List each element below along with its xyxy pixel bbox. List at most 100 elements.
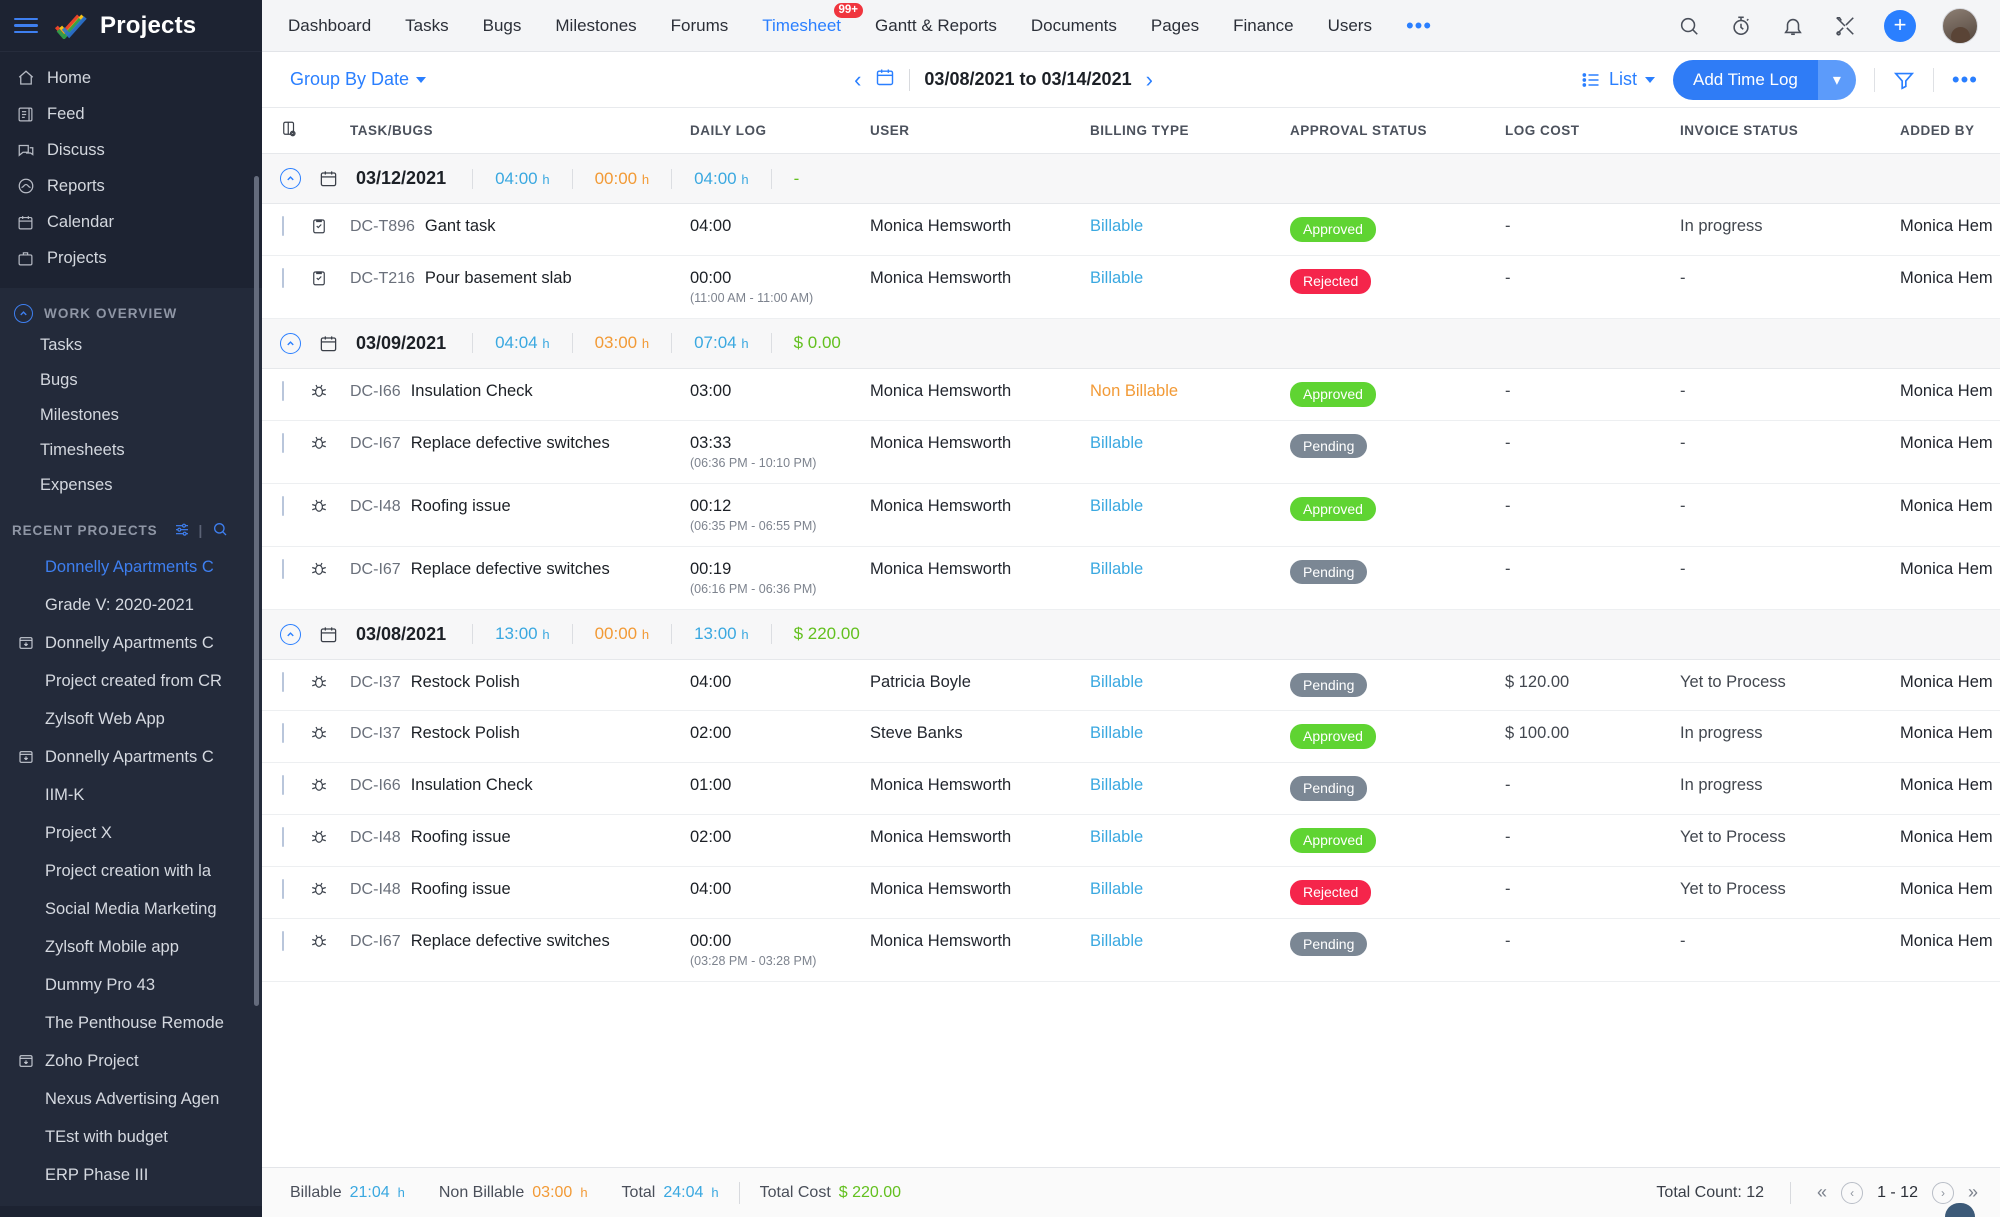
billing-type-cell[interactable]: Billable (1090, 546, 1290, 610)
billing-type-cell[interactable]: Billable (1090, 420, 1290, 484)
tab-forums[interactable]: Forums (671, 16, 729, 36)
row-checkbox[interactable] (282, 495, 284, 516)
table-row[interactable]: DC-T896 Gant task 04:00 Monica Hemsworth Bil… (262, 203, 2000, 256)
recent-project-item[interactable]: Nexus Advertising Agen (0, 1080, 262, 1118)
approval-status-cell[interactable]: Pending (1290, 546, 1505, 610)
row-checkbox[interactable] (282, 558, 284, 579)
approval-status-cell[interactable]: Approved (1290, 483, 1505, 547)
date-group-row[interactable]: 03/09/2021 04:04 h 03:00 h 07:04 h $ 0.00 (262, 317, 2000, 369)
header-user[interactable]: USER (870, 108, 1090, 154)
billing-type-cell[interactable]: Billable (1090, 918, 1290, 982)
last-page-button[interactable]: » (1968, 1182, 1978, 1203)
table-row[interactable]: DC-T216 Pour basement slab 00:00 (11:00 AM … (262, 255, 2000, 319)
sidebar-item-milestones[interactable]: Milestones (0, 398, 262, 433)
tab-documents[interactable]: Documents (1031, 16, 1117, 36)
billing-type-cell[interactable]: Billable (1090, 255, 1290, 319)
sidebar-item-expenses[interactable]: Expenses (0, 468, 262, 503)
approval-status-cell[interactable]: Approved (1290, 203, 1505, 256)
recent-project-item[interactable]: IIM-K (0, 776, 262, 814)
row-checkbox[interactable] (282, 826, 284, 847)
task-cell[interactable]: DC-I67 Replace defective switches (350, 918, 690, 982)
table-row[interactable]: DC-I48 Roofing issue 00:12 (06:35 PM - 06:5… (262, 483, 2000, 547)
timer-icon[interactable] (1728, 13, 1754, 39)
recent-project-item[interactable]: Zylsoft Mobile app (0, 928, 262, 966)
row-checkbox[interactable] (282, 723, 284, 744)
tab-dashboard[interactable]: Dashboard (288, 16, 371, 36)
table-row[interactable]: DC-I37 Restock Polish 04:00 Patricia Boyle B… (262, 659, 2000, 712)
header-task[interactable]: TASK/BUGS (350, 108, 690, 154)
billing-type-cell[interactable]: Billable (1090, 762, 1290, 815)
date-group-row[interactable]: 03/12/2021 04:00 h 00:00 h 04:00 h- (262, 153, 2000, 204)
tab-tasks[interactable]: Tasks (405, 16, 448, 36)
more-options-icon[interactable]: ••• (1952, 68, 1978, 90)
approval-status-cell[interactable]: Pending (1290, 420, 1505, 484)
row-checkbox[interactable] (282, 671, 284, 692)
recent-project-item[interactable]: Project X (0, 814, 262, 852)
recent-project-item[interactable]: Grade V: 2020-2021 (0, 586, 262, 624)
tab-pages[interactable]: Pages (1151, 16, 1199, 36)
user-avatar[interactable] (1942, 7, 1978, 1217)
next-page-button[interactable]: › (1931, 1181, 1954, 1204)
row-checkbox[interactable] (282, 432, 284, 453)
sidebar-item-bugs[interactable]: Bugs (0, 363, 262, 398)
recent-project-item[interactable]: TEst with budget (0, 1118, 262, 1156)
search-icon[interactable] (212, 521, 228, 540)
approval-status-cell[interactable]: Approved (1290, 814, 1505, 867)
sidebar-item-projects[interactable]: Projects (0, 240, 262, 276)
table-row[interactable]: DC-I66 Insulation Check 03:00 Monica Hemswo… (262, 368, 2000, 421)
billing-type-cell[interactable]: Non Billable (1090, 368, 1290, 421)
recent-project-item[interactable]: Zoho Project (0, 1042, 262, 1080)
tab-timesheet[interactable]: Timesheet 99+ (762, 2, 864, 36)
tab-finance[interactable]: Finance (1233, 16, 1293, 36)
add-time-log-button[interactable]: Add Time Log ▾ (1672, 59, 1856, 100)
header-log-cost[interactable]: LOG COST (1505, 108, 1680, 154)
task-cell[interactable]: DC-I48 Roofing issue (350, 814, 690, 867)
search-icon[interactable] (1676, 13, 1702, 39)
sidebar-item-home[interactable]: Home (0, 60, 262, 96)
recent-project-item[interactable]: Dummy Pro 43 (0, 966, 262, 1004)
next-week-button[interactable]: › (1146, 68, 1153, 91)
recent-project-item[interactable]: Project creation with la (0, 852, 262, 890)
task-cell[interactable]: DC-I67 Replace defective switches (350, 420, 690, 484)
approval-status-cell[interactable]: Pending (1290, 762, 1505, 815)
task-cell[interactable]: DC-I37 Restock Polish (350, 710, 690, 764)
prev-week-button[interactable]: ‹ (854, 68, 861, 91)
approval-status-cell[interactable]: Pending (1290, 659, 1505, 712)
task-cell[interactable]: DC-I37 Restock Polish (350, 659, 690, 712)
row-checkbox[interactable] (282, 930, 284, 951)
collapse-group-icon[interactable] (280, 623, 301, 645)
top-nav-more-icon[interactable]: ••• (1406, 14, 1432, 36)
calendar-icon[interactable] (875, 67, 895, 92)
billing-type-cell[interactable]: Billable (1090, 659, 1290, 712)
recent-project-item[interactable]: Project created from CR (0, 662, 262, 700)
tab-bugs[interactable]: Bugs (483, 16, 522, 36)
recent-project-item[interactable]: Social Media Marketing (0, 890, 262, 928)
header-approval-status[interactable]: APPROVAL STATUS (1290, 108, 1505, 154)
add-time-log-dropdown[interactable]: ▾ (1817, 59, 1856, 100)
task-cell[interactable]: DC-I48 Roofing issue (350, 866, 690, 919)
task-cell[interactable]: DC-I67 Replace defective switches (350, 546, 690, 610)
prev-page-button[interactable]: ‹ (1841, 1181, 1864, 1204)
row-checkbox[interactable] (282, 380, 284, 401)
task-cell[interactable]: DC-I66 Insulation Check (350, 368, 690, 421)
work-overview-header[interactable]: WORK OVERVIEW (0, 298, 262, 328)
table-row[interactable]: DC-I66 Insulation Check 01:00 Monica Hemswo… (262, 762, 2000, 815)
task-cell[interactable]: DC-I66 Insulation Check (350, 762, 690, 815)
sliders-icon[interactable] (174, 521, 190, 540)
sidebar-item-tasks[interactable]: Tasks (0, 328, 262, 363)
recent-project-item[interactable]: Zylsoft Web App (0, 700, 262, 738)
recent-project-item[interactable]: Donnelly Apartments C (0, 548, 262, 586)
sidebar-scrollbar[interactable] (254, 176, 259, 1006)
recent-project-item[interactable]: ERP Phase III (0, 1156, 262, 1194)
date-group-row[interactable]: 03/08/2021 13:00 h 00:00 h 13:00 h $ 220.00 (262, 608, 2000, 660)
approval-status-cell[interactable]: Rejected (1290, 255, 1505, 319)
task-cell[interactable]: DC-I48 Roofing issue (350, 483, 690, 547)
sidebar-item-feed[interactable]: Feed (0, 96, 262, 132)
recent-project-item[interactable]: The Penthouse Remode (0, 1004, 262, 1042)
row-checkbox[interactable] (282, 216, 284, 236)
hamburger-icon[interactable] (14, 16, 40, 36)
view-switcher[interactable]: List (1581, 69, 1655, 90)
column-settings-cell[interactable] (262, 108, 306, 154)
tab-milestones[interactable]: Milestones (555, 16, 636, 36)
collapse-group-icon[interactable] (280, 332, 301, 354)
